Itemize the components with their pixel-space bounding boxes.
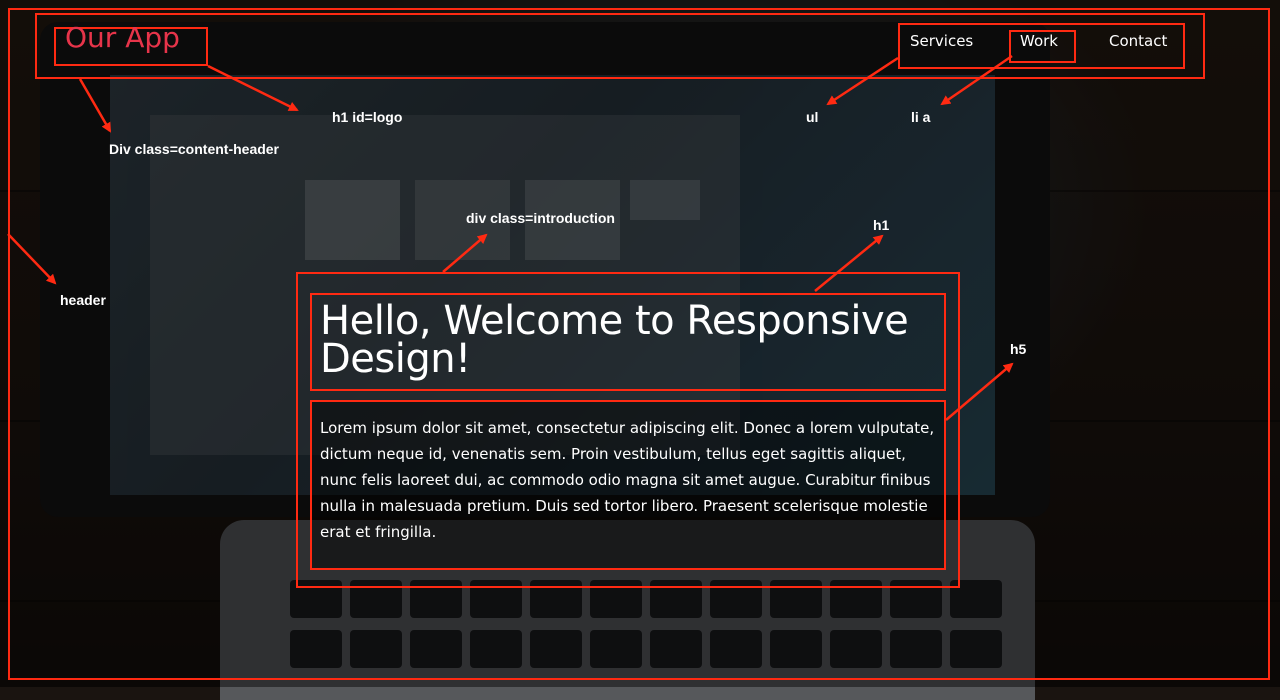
arrow-ul	[826, 56, 899, 106]
arrow-h1	[814, 234, 884, 292]
arrow-li-a	[940, 54, 1013, 106]
arrow-introduction	[442, 233, 488, 273]
arrow-content-header	[78, 78, 112, 133]
arrow-h5	[945, 362, 1014, 421]
arrow-logo	[207, 64, 299, 112]
annotation-arrows	[7, 54, 1014, 421]
arrow-header	[7, 233, 57, 285]
